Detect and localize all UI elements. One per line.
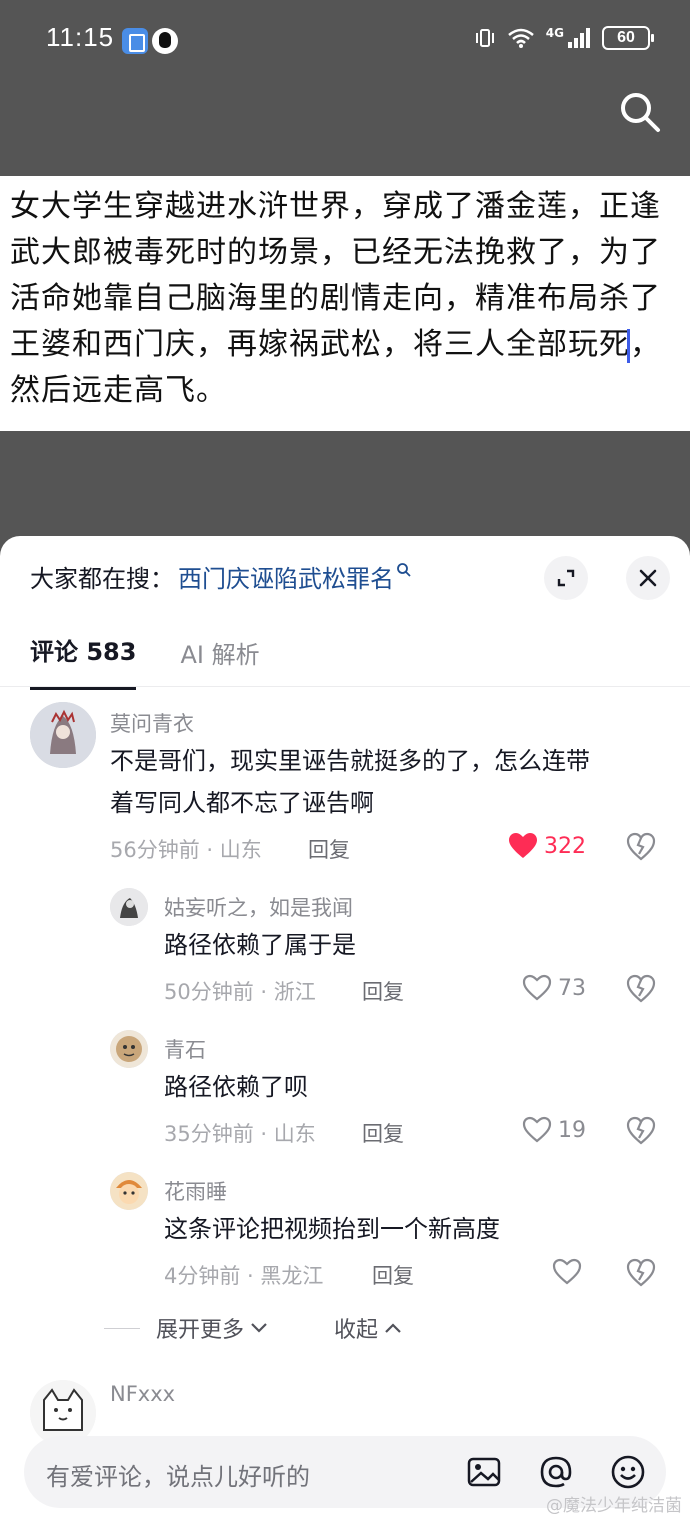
watermark: @魔法少年纯洁菌 xyxy=(546,1496,682,1516)
avatar[interactable] xyxy=(110,888,148,926)
like-button[interactable]: 19 xyxy=(522,1116,586,1144)
comment-input-placeholder: 有爱评论，说点儿好听的 xyxy=(46,1463,310,1491)
comment-text: 这条评论把视频抬到一个新高度 xyxy=(164,1215,500,1243)
heart-outline-icon xyxy=(522,1116,552,1143)
battery-icon: 60 xyxy=(602,26,654,50)
like-button[interactable] xyxy=(552,1258,588,1286)
collapse-button[interactable]: 收起 xyxy=(334,1312,402,1344)
dislike-icon[interactable] xyxy=(626,1116,656,1146)
avatar[interactable] xyxy=(110,1030,148,1068)
hot-search[interactable]: 大家都在搜： 西门庆诬陷武松罪名 xyxy=(30,556,412,596)
status-bar: 11:15 4G 60 xyxy=(0,18,690,62)
reply-button[interactable]: 回复 xyxy=(372,1260,414,1290)
comment-meta: 35分钟前 · 山东 xyxy=(164,1122,316,1146)
avatar[interactable] xyxy=(110,1172,148,1210)
dislike-icon[interactable] xyxy=(626,1258,656,1288)
expand-more-button[interactable]: 展开更多 xyxy=(156,1312,268,1344)
vibrate-icon xyxy=(475,29,494,47)
chevron-up-icon xyxy=(385,1323,401,1333)
comment-item: 莫问青衣 不是哥们，现实里诬告就挺多的了，怎么连带 着写同人都不忘了诬告啊 56… xyxy=(0,700,690,870)
caption-line-text: 王婆和西门庆，再嫁祸武松，将三人全部玩死 xyxy=(10,327,630,362)
status-icons: 4G 60 xyxy=(474,26,654,50)
reply-button[interactable]: 回复 xyxy=(362,1118,404,1148)
caption-line: 活命她靠自己脑海里的剧情走向，精准布局杀了 xyxy=(10,281,661,316)
battery-level: 60 xyxy=(617,29,635,46)
expand-more-label: 展开更多 xyxy=(156,1318,245,1343)
comment-text: 不是哥们，现实里诬告就挺多的了，怎么连带 xyxy=(110,747,590,775)
caption-line: 女大学生穿越进水浒世界，穿成了潘金莲，正逢 xyxy=(10,189,661,224)
status-time: 11:15 xyxy=(46,22,115,52)
caption-line: 然后远走高飞。 xyxy=(10,373,227,408)
signal-icon xyxy=(568,28,590,48)
qq-penguin-icon xyxy=(152,28,178,54)
comment-item: NFxxx xyxy=(0,1376,690,1446)
notification-app-icon xyxy=(122,28,148,54)
collapse-label: 收起 xyxy=(334,1318,379,1343)
avatar[interactable] xyxy=(30,702,96,768)
reply-button[interactable]: 回复 xyxy=(362,976,404,1006)
image-icon[interactable] xyxy=(466,1454,502,1490)
heart-outline-icon xyxy=(522,974,552,1001)
dislike-icon[interactable] xyxy=(626,974,656,1004)
hot-search-term[interactable]: 西门庆诬陷武松罪名 xyxy=(178,559,394,594)
like-count: 73 xyxy=(558,975,586,1001)
tab-ai-analysis[interactable]: AI 解析 xyxy=(180,635,259,690)
comment-reply-item: 姑妄听之，如是我闻 路径依赖了属于是 50分钟前 · 浙江 回复 73 xyxy=(0,886,690,1016)
heart-filled-icon xyxy=(509,833,537,858)
dislike-icon[interactable] xyxy=(626,832,656,862)
divider xyxy=(104,1327,140,1329)
tab-comments[interactable]: 评论 583 xyxy=(30,632,137,690)
divider xyxy=(0,686,690,687)
comment-username[interactable]: 青石 xyxy=(164,1034,206,1064)
caption-line-tail: ， xyxy=(630,327,661,362)
comment-text: 着写同人都不忘了诬告啊 xyxy=(110,789,374,817)
comment-meta: 4分钟前 · 黑龙江 xyxy=(164,1264,324,1288)
like-count: 322 xyxy=(544,833,586,859)
like-button[interactable]: 322 xyxy=(508,832,586,860)
expand-button[interactable] xyxy=(544,556,588,600)
comment-username[interactable]: NFxxx xyxy=(110,1382,175,1406)
search-icon[interactable] xyxy=(618,90,662,134)
expand-collapse-row: 展开更多 收起 xyxy=(104,1312,402,1344)
comment-meta: 50分钟前 · 浙江 xyxy=(164,980,316,1004)
chevron-down-icon xyxy=(251,1323,267,1333)
emoji-icon[interactable] xyxy=(610,1454,646,1490)
close-button[interactable] xyxy=(626,556,670,600)
comment-text: 路径依赖了呗 xyxy=(164,1073,308,1101)
caption-line: 武大郎被毒死时的场景，已经无法挽救了，为了 xyxy=(10,235,661,270)
heart-outline-icon xyxy=(552,1258,582,1285)
comment-username[interactable]: 姑妄听之，如是我闻 xyxy=(164,892,353,922)
comment-sheet: 大家都在搜： 西门庆诬陷武松罪名 评论 583 AI 解析 莫问青衣 不是哥们，… xyxy=(0,536,690,1522)
like-button[interactable]: 73 xyxy=(522,974,586,1002)
expand-icon xyxy=(557,569,575,587)
caption-line: 王婆和西门庆，再嫁祸武松，将三人全部玩死， xyxy=(10,322,680,368)
like-count: 19 xyxy=(558,1117,586,1143)
comment-text: 路径依赖了属于是 xyxy=(164,931,356,959)
comment-reply-item: 青石 路径依赖了呗 35分钟前 · 山东 回复 19 xyxy=(0,1028,690,1158)
comment-username[interactable]: 莫问青衣 xyxy=(110,708,194,738)
comment-tabs: 评论 583 AI 解析 xyxy=(30,632,304,690)
comment-reply-item: 花雨睡 这条评论把视频抬到一个新高度 4分钟前 · 黑龙江 回复 xyxy=(0,1170,690,1300)
close-icon xyxy=(639,569,657,587)
wifi-icon xyxy=(507,28,534,48)
comment-username[interactable]: 花雨睡 xyxy=(164,1176,227,1206)
hot-search-label: 大家都在搜： xyxy=(30,564,174,593)
video-caption: 女大学生穿越进水浒世界，穿成了潘金莲，正逢 武大郎被毒死时的场景，已经无法挽救了… xyxy=(0,176,690,431)
search-icon xyxy=(397,563,411,577)
reply-button[interactable]: 回复 xyxy=(308,834,350,864)
comment-meta: 56分钟前 · 山东 xyxy=(110,838,262,862)
mention-icon[interactable] xyxy=(538,1454,574,1490)
network-type: 4G xyxy=(545,26,564,40)
